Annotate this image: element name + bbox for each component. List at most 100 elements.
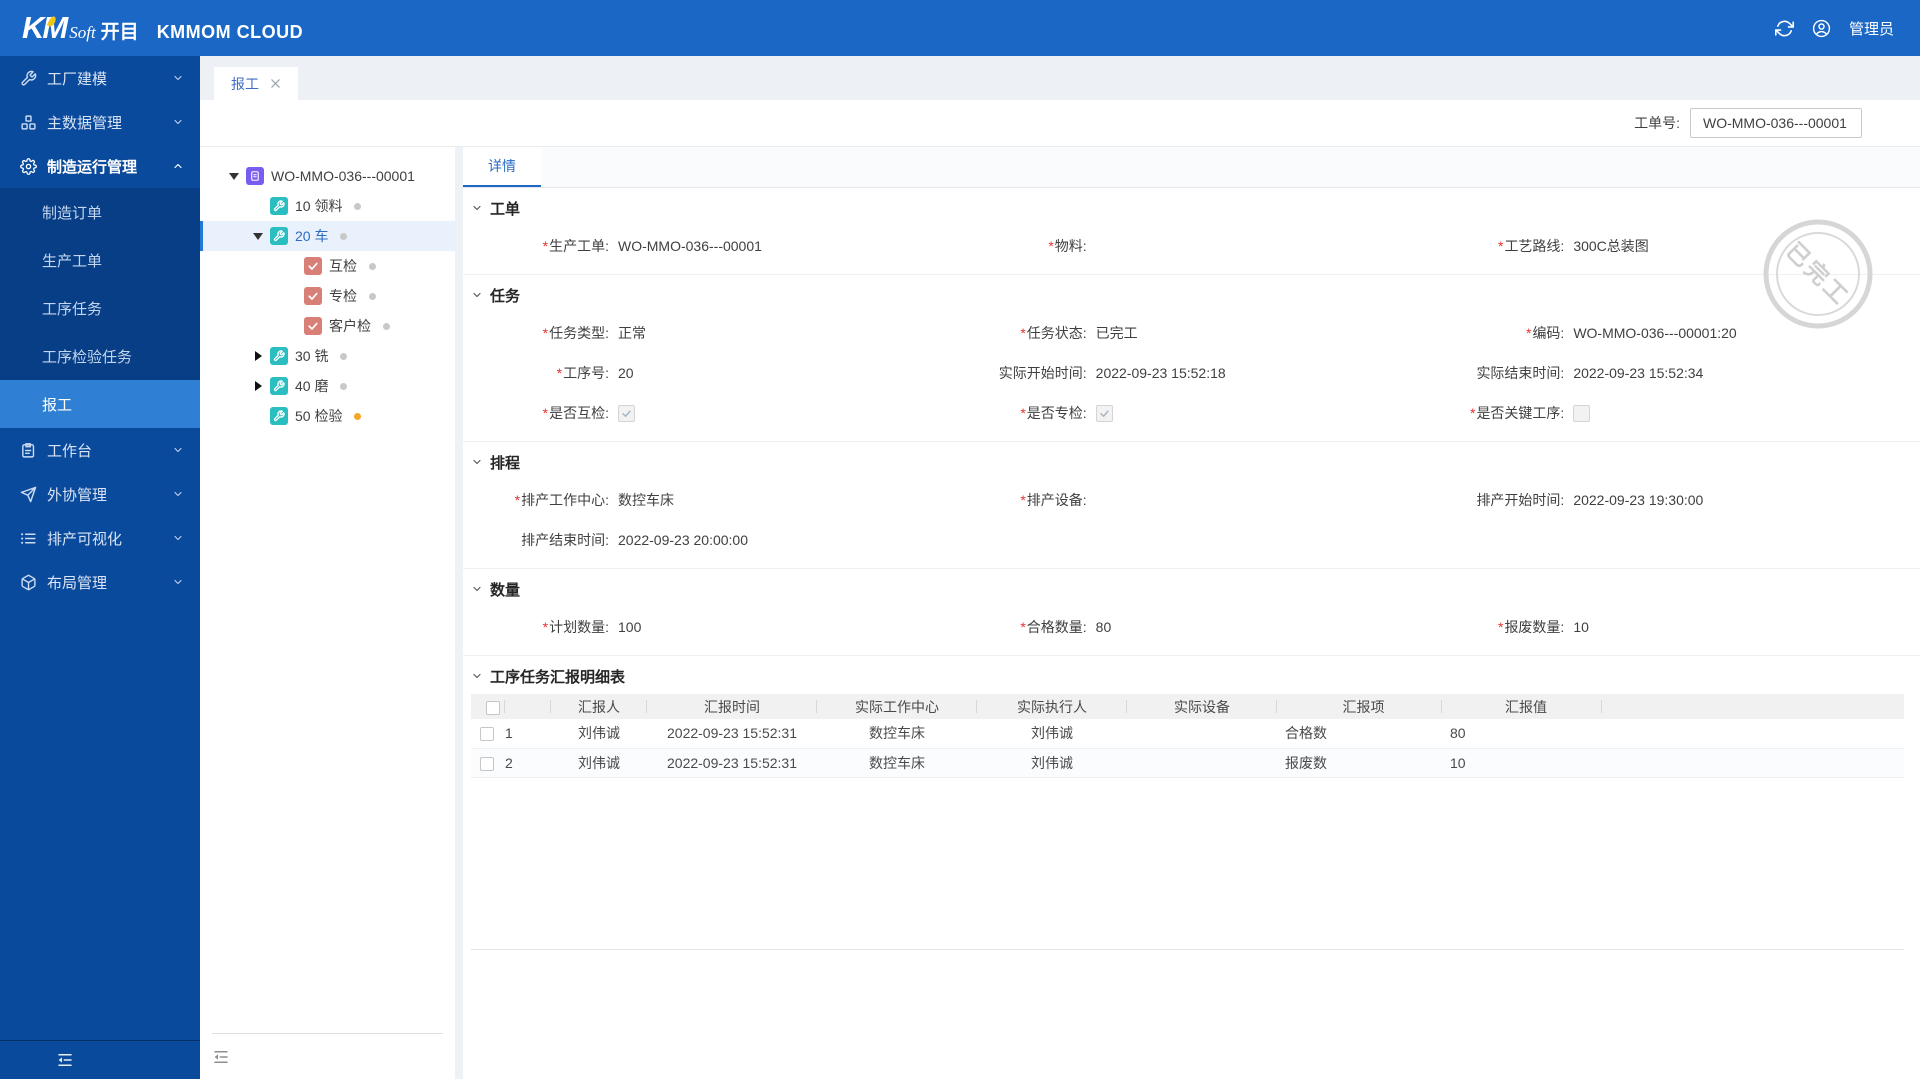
tree-node-label[interactable]: 20 车 [295,226,328,246]
sidebar-item-label: 工序检验任务 [42,348,133,366]
section-report-table-title[interactable]: 工序任务汇报明细表 [471,658,1904,694]
status-dot-gray [369,292,376,300]
sidebar-item-master-data[interactable]: 主数据管理 [0,100,200,144]
section-workorder-title[interactable]: 工单 [471,190,1904,226]
section-task-title[interactable]: 任务 [471,277,1904,313]
tab-label: 报工 [231,75,259,92]
sidebar-item-label: 排产可视化 [47,530,123,548]
user-avatar-icon[interactable] [1812,19,1831,38]
section-schedule-title[interactable]: 排程 [471,444,1904,480]
section-title-text: 工序任务汇报明细表 [490,668,626,686]
current-user[interactable]: 管理员 [1849,18,1894,39]
tree-node-op-30[interactable]: 30 铣 [200,341,455,371]
sidebar-item-scheduling-visualization[interactable]: 排产可视化 [0,516,200,560]
tree-node-op-10[interactable]: 10 领料 [200,191,455,221]
list-icon [20,530,37,547]
table-row[interactable]: 2 刘伟诚 2022-09-23 15:52:31 数控车床 刘伟诚 报废数 1… [471,748,1904,778]
tree-node-label[interactable]: 10 领料 [295,196,342,216]
field-value: 2022-09-23 15:52:18 [1095,365,1226,381]
row-checkbox[interactable] [480,727,494,742]
section-title-text: 数量 [490,581,521,599]
main-area: 报工 工单号: WO-MMO-036---00001 WO-MMO-036---… [200,56,1920,1079]
section-workorder: 工单 生产工单: WO-MMO-036---00001 物料: [463,188,1920,274]
header-reporter: 汇报人 [551,694,647,719]
tree-expand-icon[interactable] [252,351,264,361]
key-op-checkbox[interactable] [1573,404,1591,422]
chevron-down-icon [473,292,481,298]
sidebar-item-outsourcing[interactable]: 外协管理 [0,472,200,516]
field-value: WO-MMO-036---00001 [618,238,762,254]
chevron-down-icon [473,673,481,679]
table-row[interactable]: 1 刘伟诚 2022-09-23 15:52:31 数控车床 刘伟诚 合格数 8… [471,719,1904,749]
sidebar-item-factory-modeling[interactable]: 工厂建模 [0,56,200,100]
field-value: 80 [1095,619,1112,635]
header-report-time: 汇报时间 [647,694,817,719]
chevron-down-icon [172,488,184,500]
sidebar-item-label: 制造运行管理 [47,158,138,176]
tree-node-customer-inspection[interactable]: 客户检 [200,311,455,341]
row-checkbox[interactable] [480,756,494,771]
special-check-checkbox[interactable] [1095,404,1113,422]
refresh-icon[interactable] [1774,19,1794,38]
tree-collapse-icon[interactable] [252,232,264,240]
workorder-number-input[interactable] [1690,108,1862,138]
tab-detail[interactable]: 详情 [463,147,541,187]
tree-node-op-50[interactable]: 50 检验 [200,401,455,431]
sidebar-item-workbench[interactable]: 工作台 [0,428,200,472]
tree-node-op-40[interactable]: 40 磨 [200,371,455,401]
header-actual-work-center: 实际工作中心 [817,694,977,719]
collapse-sidebar-icon[interactable] [56,1051,74,1069]
header-report-item: 汇报项 [1277,694,1442,719]
tree-collapse-icon[interactable] [228,172,240,180]
field-label: 排产结束时间: [521,532,609,548]
operation-wrench-icon [270,197,288,215]
header-checkbox-cell [471,694,505,719]
field-plan-qty: 计划数量: 100 [471,607,949,647]
collapse-tree-icon[interactable] [212,1048,230,1066]
mutual-check-checkbox[interactable] [618,404,635,422]
tree-node-label[interactable]: 50 检验 [295,406,342,426]
topbar: KM Soft 开目 KMMOM CLOUD 管理员 [0,0,1920,56]
sidebar-item-work-report[interactable]: 报工 [0,380,200,428]
field-value: 2022-09-23 19:30:00 [1573,492,1704,508]
sidebar-item-label: 主数据管理 [47,114,123,132]
brand-kaimu-text: 开目 [100,22,139,43]
cell-report-item: 报废数 [1277,748,1442,778]
tree-node-label[interactable]: WO-MMO-036---00001 [271,168,415,184]
sidebar-item-layout-management[interactable]: 布局管理 [0,560,200,604]
tree-node-label[interactable]: 30 铣 [295,346,328,366]
field-label: 是否互检: [471,403,609,423]
tree-node-label[interactable]: 互检 [329,256,357,276]
tree-node-label[interactable]: 客户检 [329,316,371,336]
field-actual-start: 实际开始时间: 2022-09-23 15:52:18 [949,353,1427,393]
field-label: 物料: [949,236,1087,256]
sidebar-item-inspection-tasks[interactable]: 工序检验任务 [0,332,200,380]
chevron-down-icon [473,205,481,211]
section-quantity: 数量 计划数量: 100 合格数量: 80 [463,568,1920,655]
tree-node-label[interactable]: 40 磨 [295,376,328,396]
tree-node-workorder[interactable]: WO-MMO-036---00001 [200,161,455,191]
field-key-op: 是否关键工序: [1426,393,1904,433]
tree-node-label[interactable]: 专检 [329,286,357,306]
section-quantity-title[interactable]: 数量 [471,571,1904,607]
sidebar-item-operation-tasks[interactable]: 工序任务 [0,284,200,332]
sidebar-item-label: 布局管理 [47,574,108,592]
field-value: 10 [1573,619,1589,635]
tree-node-op-20[interactable]: 20 车 [200,221,455,251]
sidebar-item-label: 工序任务 [42,300,103,318]
close-icon[interactable] [270,78,281,89]
tab-work-report[interactable]: 报工 [214,67,298,100]
field-task-type: 任务类型: 正常 [471,313,949,353]
field-work-center: 排产工作中心: 数控车床 [471,480,949,520]
select-all-checkbox[interactable] [485,700,500,715]
sidebar-item-manufacturing-orders[interactable]: 制造订单 [0,188,200,236]
field-label: 排产工作中心: [471,490,609,510]
brand-product-text: KMMOM CLOUD [156,22,304,42]
tree-expand-icon[interactable] [252,381,264,391]
sidebar-item-manufacturing-ops[interactable]: 制造运行管理 [0,144,200,188]
cell-report-value: 80 [1442,719,1602,749]
tree-node-mutual-inspection[interactable]: 互检 [200,251,455,281]
sidebar-item-production-workorders[interactable]: 生产工单 [0,236,200,284]
cell-reporter: 刘伟诚 [551,719,647,749]
tree-node-special-inspection[interactable]: 专检 [200,281,455,311]
